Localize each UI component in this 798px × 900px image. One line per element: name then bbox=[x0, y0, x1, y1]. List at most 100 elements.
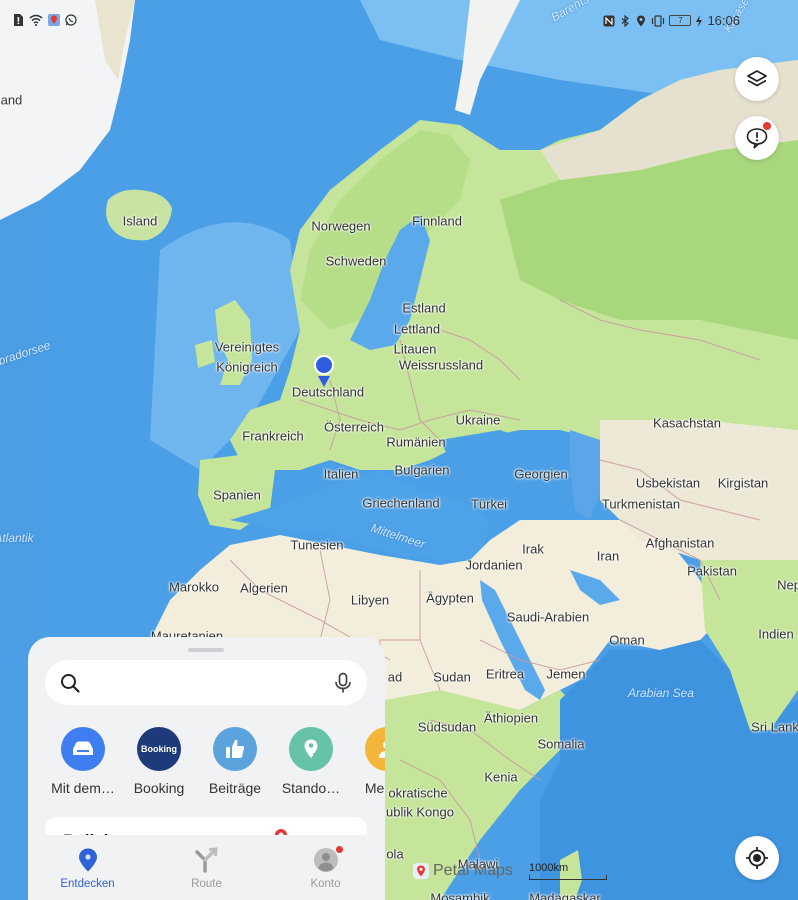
map-label-aethiopien[interactable]: Äthiopien bbox=[484, 711, 538, 726]
feedback-button[interactable] bbox=[735, 116, 779, 160]
petal-maps-logo-icon bbox=[413, 863, 429, 879]
map-label-afghanistan[interactable]: Afghanistan bbox=[646, 536, 715, 551]
current-location-marker[interactable] bbox=[313, 354, 335, 393]
map-label-aegypten[interactable]: Ägypten bbox=[426, 591, 474, 606]
map-label-bulgarien[interactable]: Bulgarien bbox=[395, 463, 450, 478]
bottom-tab-bar: Entdecken Route Konto bbox=[28, 835, 385, 900]
thumbs-up-icon bbox=[226, 739, 245, 758]
map-label-tunesien[interactable]: Tunesien bbox=[291, 538, 344, 553]
map-label-turkmenistan[interactable]: Turkmenistan bbox=[602, 497, 680, 512]
map-layers-button[interactable] bbox=[735, 57, 779, 101]
tab-label: Entdecken bbox=[60, 878, 115, 890]
person-icon bbox=[379, 741, 385, 758]
map-label-kongo-2[interactable]: ublik Kongo bbox=[386, 805, 454, 820]
map-label-tschad[interactable]: ad bbox=[388, 670, 402, 685]
search-input[interactable] bbox=[91, 674, 323, 691]
my-location-icon bbox=[746, 847, 768, 869]
map-label-kenia[interactable]: Kenia bbox=[484, 770, 517, 785]
map-label-litauen[interactable]: Litauen bbox=[394, 342, 437, 357]
map-label-kirgistan[interactable]: Kirgistan bbox=[718, 476, 769, 491]
microphone-icon[interactable] bbox=[333, 672, 353, 694]
map-label-spanien[interactable]: Spanien bbox=[213, 488, 261, 503]
map-label-jemen[interactable]: Jemen bbox=[546, 667, 585, 682]
map-label-irak[interactable]: Irak bbox=[522, 542, 544, 557]
map-label-lettland[interactable]: Lettland bbox=[394, 322, 440, 337]
scale-label: 1000km bbox=[529, 862, 569, 874]
car-icon bbox=[73, 741, 93, 755]
map-label-nepal[interactable]: Nep bbox=[777, 578, 798, 593]
petal-maps-logo: Petal Maps bbox=[413, 862, 513, 880]
map-label-italien[interactable]: Italien bbox=[324, 467, 359, 482]
shortcut-label: Mein… bbox=[364, 780, 385, 796]
map-label-griechenland[interactable]: Griechenland bbox=[362, 496, 439, 511]
tab-label: Route bbox=[191, 878, 222, 890]
tab-label: Konto bbox=[310, 878, 341, 890]
map-label-pakistan[interactable]: Pakistan bbox=[687, 564, 737, 579]
map-label-estland[interactable]: Estland bbox=[402, 301, 445, 316]
map-label-finnland[interactable]: Finnland bbox=[412, 214, 462, 229]
scale-bar-line bbox=[529, 875, 607, 880]
map-label-kongo-1[interactable]: okratische bbox=[388, 786, 447, 801]
map-label-angola[interactable]: ola bbox=[386, 847, 403, 862]
tab-konto[interactable]: Konto bbox=[266, 835, 385, 900]
map-label-indien[interactable]: Indien bbox=[758, 627, 793, 642]
layers-icon bbox=[747, 70, 767, 87]
map-label-suedsudan[interactable]: Südsudan bbox=[418, 720, 477, 735]
sheet-drag-handle[interactable] bbox=[188, 648, 224, 652]
booking-logo-text: Booking bbox=[141, 744, 177, 754]
person-icon-circle bbox=[365, 727, 385, 771]
map-label-mosambik[interactable]: Mosambik bbox=[430, 891, 489, 900]
map-label-usbekistan[interactable]: Usbekistan bbox=[636, 476, 700, 491]
shortcut-label: Stando… bbox=[281, 780, 341, 796]
search-icon[interactable] bbox=[59, 672, 81, 694]
map-label-libyen[interactable]: Libyen bbox=[351, 593, 389, 608]
location-share-icon-circle bbox=[289, 727, 333, 771]
shortcut-contributions[interactable]: Beiträge bbox=[197, 727, 273, 797]
map-label-georgien[interactable]: Georgien bbox=[514, 467, 567, 482]
map-label-madagaskar[interactable]: Madagaskar bbox=[529, 891, 601, 900]
map-label-island[interactable]: Island bbox=[123, 214, 158, 229]
booking-logo: Booking bbox=[137, 727, 181, 771]
map-label-rumaenien[interactable]: Rumänien bbox=[386, 435, 445, 450]
map-label-tuerkei[interactable]: Türkei bbox=[471, 497, 507, 512]
map-label-saudi-arabien[interactable]: Saudi-Arabien bbox=[507, 610, 589, 625]
shortcut-booking[interactable]: Booking Booking bbox=[121, 727, 197, 797]
tab-entdecken[interactable]: Entdecken bbox=[28, 835, 147, 900]
bottom-sheet[interactable]: Mit dem… Booking Booking Beiträge Stando… bbox=[28, 637, 385, 900]
account-avatar-icon bbox=[313, 848, 338, 872]
map-label-kasachstan[interactable]: Kasachstan bbox=[653, 416, 721, 431]
thumbs-up-icon-circle bbox=[213, 727, 257, 771]
map-label-ukraine[interactable]: Ukraine bbox=[456, 413, 501, 428]
my-location-button[interactable] bbox=[735, 836, 779, 880]
map-label-eritrea[interactable]: Eritrea bbox=[486, 667, 524, 682]
map-label-marokko[interactable]: Marokko bbox=[169, 580, 219, 595]
sea-label-atlantik: Atlantik bbox=[0, 531, 34, 545]
map-label-sri-lanka[interactable]: Sri Lank bbox=[751, 720, 798, 735]
map-label-frankreich[interactable]: Frankreich bbox=[242, 429, 303, 444]
shortcut-row: Mit dem… Booking Booking Beiträge Stando… bbox=[45, 727, 385, 797]
tab-route[interactable]: Route bbox=[147, 835, 266, 900]
search-bar[interactable] bbox=[45, 660, 367, 705]
location-share-icon bbox=[304, 739, 318, 758]
map-label-sudan[interactable]: Sudan bbox=[433, 670, 471, 685]
sea-label-arabian-sea: Arabian Sea bbox=[627, 686, 695, 700]
shortcut-label: Beiträge bbox=[208, 780, 262, 796]
shortcut-label: Mit dem… bbox=[51, 780, 115, 796]
shortcut-label: Booking bbox=[133, 780, 185, 796]
map-label-somalia[interactable]: Somalia bbox=[538, 737, 585, 752]
map-label-norwegen[interactable]: Norwegen bbox=[311, 219, 370, 234]
shortcut-car[interactable]: Mit dem… bbox=[45, 727, 121, 797]
map-label-schweden[interactable]: Schweden bbox=[326, 254, 387, 269]
shortcut-location-sharing[interactable]: Stando… bbox=[273, 727, 349, 797]
map-label-weissrussland[interactable]: Weissrussland bbox=[399, 358, 483, 373]
map-label-koenigreich[interactable]: Königreich bbox=[216, 360, 277, 375]
feedback-badge bbox=[763, 122, 771, 130]
map-label-oesterreich[interactable]: Österreich bbox=[324, 420, 384, 435]
map-label-jordanien[interactable]: Jordanien bbox=[465, 558, 522, 573]
map-label-vereinigtes[interactable]: Vereinigtes bbox=[215, 340, 279, 355]
shortcut-my-profile[interactable]: Mein… bbox=[349, 727, 385, 797]
map-label-groenland[interactable]: land bbox=[0, 93, 22, 108]
map-label-oman[interactable]: Oman bbox=[609, 633, 644, 648]
map-label-iran[interactable]: Iran bbox=[597, 549, 619, 564]
map-label-algerien[interactable]: Algerien bbox=[240, 581, 288, 596]
